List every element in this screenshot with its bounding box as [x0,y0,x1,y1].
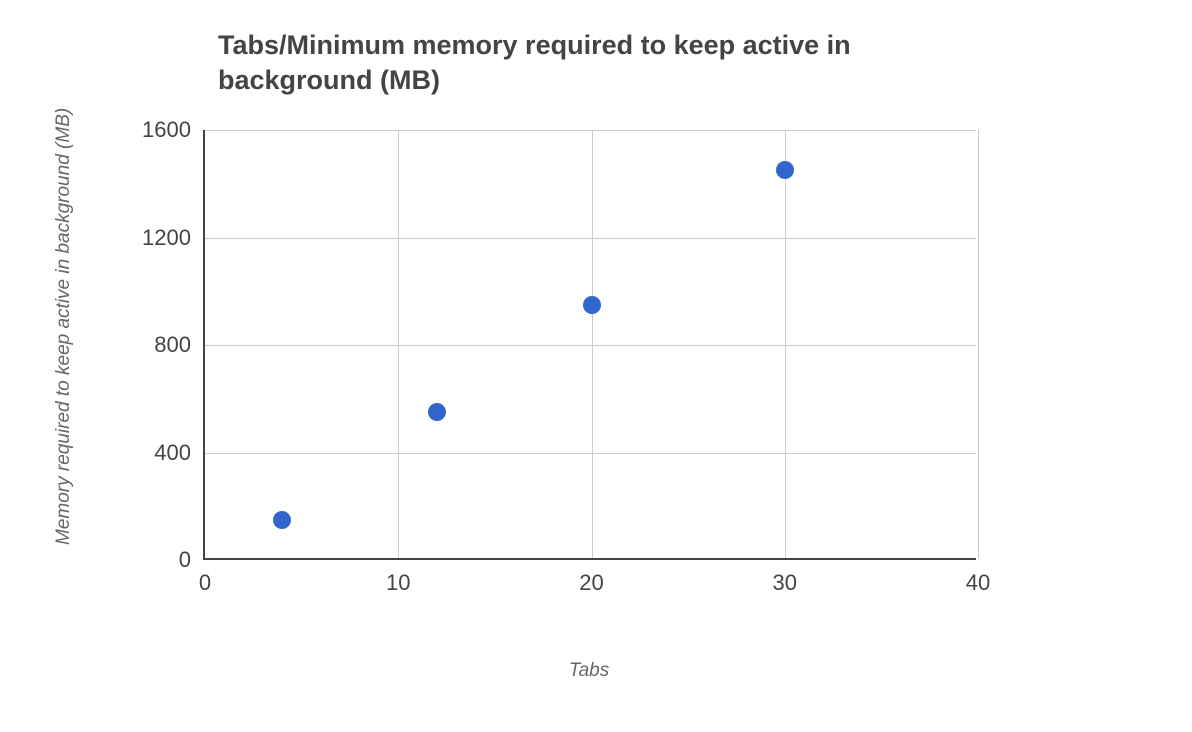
x-axis-label: Tabs [569,660,610,682]
y-tick-label: 1600 [142,117,205,143]
y-tick-label: 400 [154,440,205,466]
plot-area: 010203040040080012001600 [203,130,976,560]
gridline-vertical [398,130,399,558]
data-point [583,296,601,314]
data-point [428,403,446,421]
gridline-vertical [592,130,593,558]
x-tick-label: 40 [966,558,990,596]
y-tick-label: 1200 [142,225,205,251]
chart-title: Tabs/Minimum memory required to keep act… [218,28,898,98]
gridline-horizontal [205,345,976,346]
x-tick-label: 30 [773,558,797,596]
gridline-vertical [785,130,786,558]
y-tick-label: 0 [179,547,205,573]
gridline-horizontal [205,238,976,239]
gridline-horizontal [205,453,976,454]
x-tick-label: 20 [579,558,603,596]
gridline-horizontal [205,130,976,131]
chart-container: Tabs/Minimum memory required to keep act… [0,0,1192,732]
y-tick-label: 800 [154,332,205,358]
gridline-vertical [978,130,979,558]
y-axis-label: Memory required to keep active in backgr… [53,145,75,545]
data-point [776,161,794,179]
x-tick-label: 10 [386,558,410,596]
data-point [273,511,291,529]
